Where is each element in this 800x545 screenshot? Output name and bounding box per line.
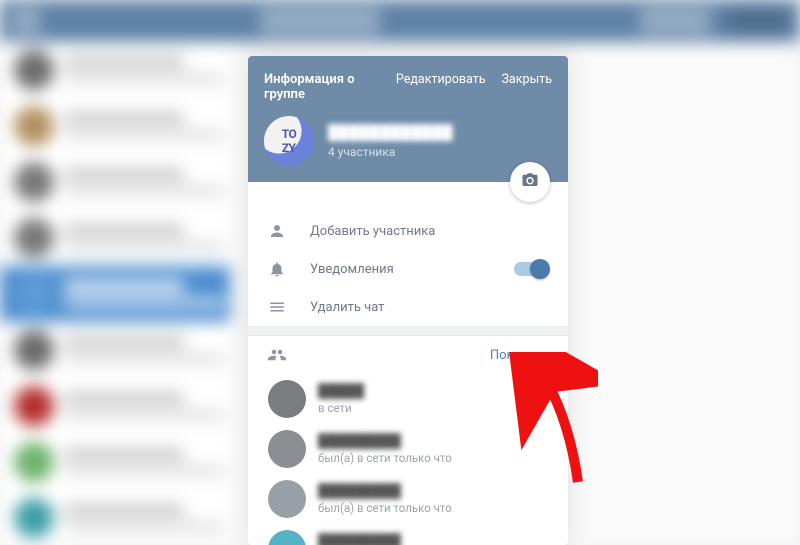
modal-title: Информация о группе — [264, 72, 396, 102]
group-name: ████████████ — [328, 124, 453, 141]
member-name: █████████ — [318, 533, 472, 545]
delete-chat-button[interactable]: Удалить чат — [248, 288, 568, 326]
avatar — [268, 380, 306, 418]
actions-section: Добавить участника Уведомления Удалить ч… — [248, 182, 568, 326]
member-name: █████████ — [318, 433, 452, 449]
edit-link[interactable]: Редактировать — [396, 72, 486, 87]
add-member-label: Добавить участника — [310, 224, 435, 239]
member-row[interactable]: █████████ был(а) в сети только что — [262, 424, 554, 474]
member-row[interactable]: █████████ был(а) в сети только что — [262, 474, 554, 524]
member-name: █████████ — [318, 483, 452, 499]
notifications-toggle[interactable] — [514, 262, 548, 276]
close-link[interactable]: Закрыть — [501, 72, 552, 87]
group-info-modal: Информация о группе Редактировать Закрыт… — [248, 56, 568, 545]
group-icon — [268, 346, 286, 364]
avatar — [268, 480, 306, 518]
group-member-count: 4 участника — [328, 145, 453, 159]
avatar — [268, 430, 306, 468]
member-list: █████ в сети █████████ был(а) в сети тол… — [248, 374, 568, 545]
member-name: █████ — [318, 383, 364, 399]
section-divider — [248, 326, 568, 336]
leave-link[interactable]: Покинуть — [490, 348, 548, 363]
camera-icon — [520, 171, 540, 193]
modal-header: Информация о группе Редактировать Закрыт… — [248, 56, 568, 182]
add-member-button[interactable]: Добавить участника — [248, 212, 568, 250]
member-status: в сети — [318, 401, 364, 415]
notifications-label: Уведомления — [310, 262, 394, 277]
delete-chat-label: Удалить чат — [310, 300, 384, 315]
notifications-row[interactable]: Уведомления — [248, 250, 568, 288]
group-avatar[interactable]: TOZY — [264, 116, 314, 166]
avatar — [268, 530, 306, 545]
bell-icon — [268, 260, 286, 278]
member-row[interactable]: █████ в сети — [262, 374, 554, 424]
member-status: был(а) в сети только что — [318, 451, 452, 465]
menu-icon — [268, 298, 286, 316]
person-icon — [268, 222, 286, 240]
member-status: был(а) в сети только что — [318, 501, 452, 515]
members-section-header: Покинуть — [248, 336, 568, 374]
member-row[interactable]: █████████ имеет доступ к сообщениям — [262, 524, 554, 545]
change-photo-button[interactable] — [510, 162, 550, 202]
